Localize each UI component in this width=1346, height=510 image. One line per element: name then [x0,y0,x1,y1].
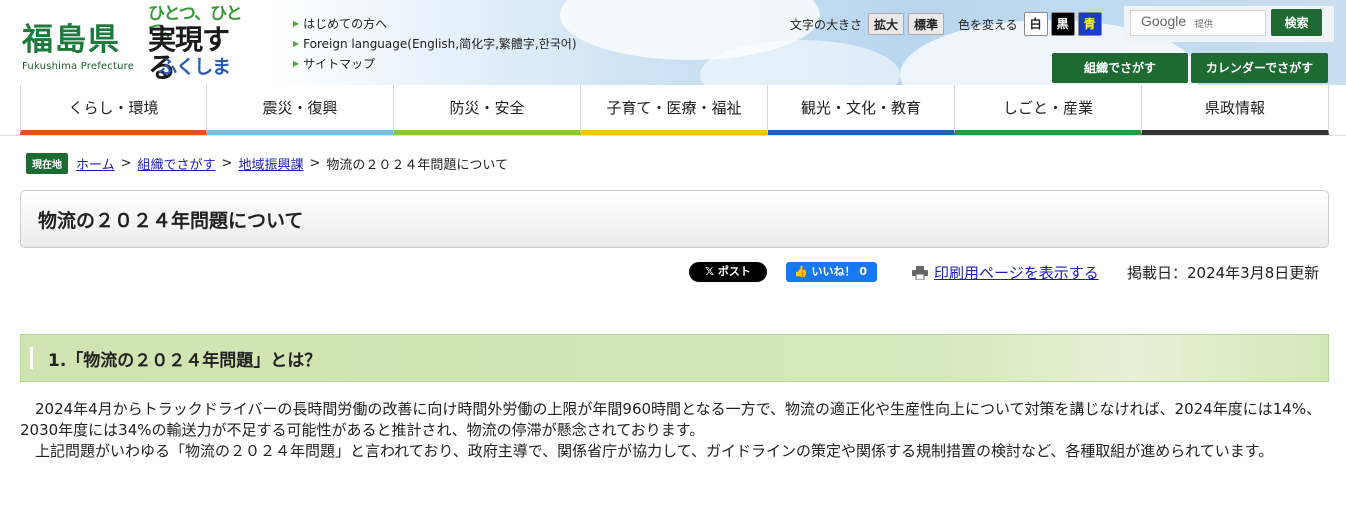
color-white-button[interactable]: 白 [1023,12,1048,36]
nav-item-disaster-safety[interactable]: 防災・安全 [394,85,581,135]
link-sitemap[interactable]: サイトマップ [293,54,577,74]
slogan-logo: ひとつ、ひとつ、 実現する ふくしま [148,6,248,82]
nav-item-disaster-recovery[interactable]: 震災・復興 [207,85,394,135]
breadcrumb-link-regional-promotion[interactable]: 地域振興課 [238,154,303,173]
breadcrumb-link-organization[interactable]: 組織でさがす [138,154,216,173]
breadcrumb: 現在地 ホーム > 組織でさがす > 地域振興課 > 物流の２０２４年問題につい… [26,152,508,174]
breadcrumb-separator: > [120,155,132,171]
nav-item-label: 防災・安全 [449,99,525,117]
body-paragraph: 2024年4月からトラックドライバーの長時間労働の改善に向け時間外労働の上限が年… [20,400,1322,439]
site-header: 福島県 Fukushima Prefecture ひとつ、ひとつ、 実現する ふ… [0,0,1346,130]
thumbs-up-icon: 👍 [794,265,812,278]
section-body: 2024年4月からトラックドライバーの長時間労働の改善に向け時間外労働の上限が年… [20,399,1326,462]
find-by-organization-button[interactable]: 組織でさがす [1052,53,1188,83]
nav-item-tourism-culture-education[interactable]: 観光・文化・教育 [768,85,955,135]
breadcrumb-link-home[interactable]: ホーム [76,154,115,173]
nav-item-label: 震災・復興 [262,99,338,117]
nav-item-childcare-medical-welfare[interactable]: 子育て・医療・福祉 [581,85,768,135]
site-logo[interactable]: 福島県 Fukushima Prefecture [22,14,134,72]
nav-item-label: 子育て・医療・福祉 [606,99,742,117]
print-page-link[interactable]: 印刷用ページを表示する [934,262,1099,283]
nav-divider [0,135,1346,136]
breadcrumb-separator: > [309,155,321,171]
breadcrumb-separator: > [221,155,233,171]
accessibility-tools: 文字の大きさ 拡大 標準 色を変える 白 黒 青 [790,12,1105,36]
find-by-calendar-button[interactable]: カレンダーでさがす [1191,53,1328,83]
color-blue-button[interactable]: 青 [1077,12,1102,36]
x-post-button[interactable]: 𝕏 ポスト [689,262,767,282]
link-foreign-language[interactable]: Foreign language(English,简化字,繁體字,한국어) [293,34,576,54]
section-heading-box: 1.「物流の２０２４年問題」とは？ [20,334,1329,382]
color-black-button[interactable]: 黒 [1050,12,1075,36]
global-nav: くらし・環境 震災・復興 防災・安全 子育て・医療・福祉 観光・文化・教育 しご… [20,85,1329,135]
page-title: 物流の２０２４年問題について [38,210,304,232]
nav-item-work-industry[interactable]: しごと・産業 [955,85,1142,135]
posted-date: 掲載日：2024年3月8日更新 [1127,264,1320,282]
current-location-badge: 現在地 [26,152,68,174]
slogan-line-3: ふくしま [158,56,231,78]
color-change-label: 色を変える [958,17,1018,32]
link-first-time[interactable]: はじめての方へ [293,14,577,34]
text-enlarge-button[interactable]: 拡大 [868,13,905,35]
text-standard-button[interactable]: 標準 [908,13,945,35]
x-post-label: ポスト [717,265,751,278]
text-size-label: 文字の大きさ [790,17,863,32]
nav-item-label: くらし・環境 [68,99,159,117]
search-button[interactable]: 検索 [1271,9,1322,36]
nav-item-prefectural-info[interactable]: 県政情報 [1142,85,1329,135]
nav-item-label: しごと・産業 [1002,99,1093,117]
facebook-like-button[interactable]: 👍 いいね！ 0 [786,262,877,282]
breadcrumb-current: 物流の２０２４年問題について [326,157,508,173]
nav-item-label: 観光・文化・教育 [800,99,921,117]
printer-icon [912,265,928,280]
print-page: 印刷用ページを表示する [912,262,1099,283]
quick-links: はじめての方へ Foreign language(English,简化字,繁體字… [293,14,577,74]
search-input[interactable] [1130,10,1266,36]
logo-english: Fukushima Prefecture [22,61,135,72]
nav-item-label: 県政情報 [1204,99,1265,117]
page-title-box: 物流の２０２４年問題について [20,190,1329,248]
facebook-like-label: いいね！ 0 [811,265,868,278]
site-search: Google 提供 検索 [1124,6,1334,42]
nav-item-living-environment[interactable]: くらし・環境 [20,85,207,135]
logo-kanji: 福島県 [22,22,121,58]
body-paragraph: 上記問題がいわゆる「物流の２０２４年問題」と言われており、政府主導で、関係省庁が… [35,442,1274,460]
x-icon: 𝕏 [705,265,718,278]
section-heading: 1.「物流の２０２４年問題」とは？ [48,351,322,371]
